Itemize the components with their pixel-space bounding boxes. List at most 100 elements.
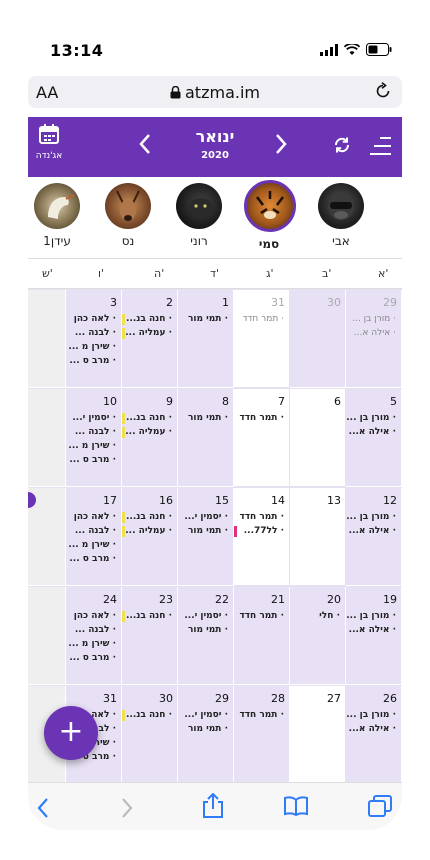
url-field[interactable]: atzma.im	[28, 83, 402, 102]
event-item[interactable]: · יסמין י...	[184, 512, 228, 522]
event-item[interactable]: · אילה א...	[349, 724, 396, 734]
event-color-bar	[122, 710, 125, 721]
calendar-day-cell[interactable]: 29 · יסמין י... · תמי מור	[178, 686, 234, 784]
calendar-day-cell[interactable]: 27	[290, 686, 346, 784]
forward-icon[interactable]	[120, 797, 134, 819]
event-item[interactable]: · עמליה ...	[125, 328, 172, 338]
calendar-day-cell[interactable]: 1 · תמי מור	[178, 290, 234, 388]
reload-icon[interactable]	[374, 82, 392, 100]
event-item[interactable]: · תמר חדד	[243, 314, 284, 324]
add-event-button[interactable]: +	[44, 706, 98, 760]
avatar-person[interactable]: אבי	[316, 183, 366, 248]
calendar-day-cell[interactable]: 21 · תמר חדד	[234, 587, 290, 685]
calendar-day-cell[interactable]: 17 · לאה כהן · לבנה ... · שירן מ ... · מרב ס…	[66, 488, 122, 586]
event-item[interactable]: · חנה בנ...	[126, 512, 172, 522]
avatar-person[interactable]: רוני	[174, 183, 224, 248]
event-item[interactable]: · חנה בנ...	[126, 314, 172, 324]
event-item[interactable]: · מורן בן ...	[346, 413, 396, 423]
event-item[interactable]: · חנה בנ...	[126, 710, 172, 720]
event-item[interactable]: · לבנה ...	[75, 526, 116, 536]
back-icon[interactable]	[36, 797, 50, 819]
calendar-day-cell[interactable]: 19 · מורן בן ... · אילה א...	[346, 587, 402, 685]
event-item[interactable]: · לבנה ...	[75, 625, 116, 635]
share-icon[interactable]	[202, 793, 224, 819]
sync-icon[interactable]	[332, 135, 352, 155]
calendar-day-cell[interactable]: 8 · תמי מור	[178, 389, 234, 487]
event-item[interactable]: · מורן בן ...	[346, 512, 396, 522]
bookmarks-icon[interactable]	[284, 796, 308, 816]
event-item[interactable]: · מורן בן ...	[346, 611, 396, 621]
calendar-day-cell[interactable]: 13	[290, 488, 346, 586]
event-item[interactable]: · תמי מור	[188, 724, 228, 734]
event-item[interactable]: · לל77...	[244, 526, 284, 536]
calendar-day-cell[interactable]: 3 · לאה כהן · לבנה ... · שירן מ ... · מרב ס …	[66, 290, 122, 388]
calendar-day-cell[interactable]: 23 · חנה בנ...	[122, 587, 178, 685]
event-item[interactable]: · מרב ס ...	[69, 554, 116, 564]
calendar-day-cell[interactable]	[28, 389, 66, 487]
event-item[interactable]: · יסמין י...	[184, 710, 228, 720]
event-item[interactable]: · תמי מור	[188, 625, 228, 635]
calendar-day-cell[interactable]: 15 · יסמין י... · תמי מור	[178, 488, 234, 586]
event-item[interactable]: · שירן מ ...	[68, 342, 116, 352]
event-item[interactable]: · תמי מור	[188, 526, 228, 536]
calendar-day-cell[interactable]: 7 · תמר חדד	[234, 389, 290, 487]
calendar-day-cell[interactable]: 30 · חנה בנ...	[122, 686, 178, 784]
event-item[interactable]: · שירן מ ...	[68, 540, 116, 550]
event-item[interactable]: · עמליה ...	[125, 526, 172, 536]
calendar-day-cell[interactable]: 14 · תמר חדד · לל77...	[234, 488, 290, 586]
event-item[interactable]: · אילה א...	[354, 328, 396, 338]
event-item[interactable]: · לאה כהן	[74, 611, 116, 621]
chevron-right-icon[interactable]	[274, 133, 288, 155]
calendar-day-cell[interactable]: 16 · חנה בנ... · עמליה ...	[122, 488, 178, 586]
event-item[interactable]: · אילה א...	[349, 625, 396, 635]
calendar-day-cell[interactable]: 9 · חנה בנ... · עמליה ...	[122, 389, 178, 487]
event-item[interactable]: · יסמין י...	[72, 413, 116, 423]
event-item[interactable]: · יסמין י...	[184, 611, 228, 621]
event-item[interactable]: · מרב ס ...	[69, 356, 116, 366]
avatar-image	[34, 183, 80, 229]
event-item[interactable]: · שירן מ ...	[68, 441, 116, 451]
calendar-day-cell[interactable]	[28, 587, 66, 685]
event-item[interactable]: · אילה א...	[349, 526, 396, 536]
event-item[interactable]: · מורן בן ...	[352, 314, 396, 324]
event-item[interactable]: · תמר חדד	[239, 413, 284, 423]
calendar-day-cell[interactable]: 24 · לאה כהן · לבנה ... · שירן מ ... · מרב ס…	[66, 587, 122, 685]
event-item[interactable]: · חלי	[319, 611, 340, 621]
event-item[interactable]: · תמר חדד	[239, 611, 284, 621]
event-item[interactable]: · תמר חדד	[239, 710, 284, 720]
calendar-day-cell[interactable]: 29 · מורן בן ... · אילה א...	[346, 290, 402, 388]
event-item[interactable]: · עמליה ...	[125, 427, 172, 437]
event-item[interactable]: · לאה כהן	[74, 512, 116, 522]
calendar-day-cell[interactable]: 30	[290, 290, 346, 388]
event-item[interactable]: · שירן מ ...	[68, 639, 116, 649]
event-item[interactable]: · אילה א...	[349, 427, 396, 437]
browser-url-bar[interactable]: AA atzma.im	[28, 76, 402, 108]
event-item[interactable]: · חנה בנ...	[126, 413, 172, 423]
event-item[interactable]: · לבנה ...	[75, 427, 116, 437]
event-item[interactable]: · תמר חדד	[239, 512, 284, 522]
avatar-person-selected[interactable]: סמי	[244, 180, 296, 251]
menu-icon[interactable]	[370, 136, 392, 156]
calendar-day-cell[interactable]: 26 · מורן בן ... · אילה א...	[346, 686, 402, 784]
event-item[interactable]: · לבנה ...	[75, 328, 116, 338]
calendar-day-cell[interactable]: 5 · מורן בן ... · אילה א...	[346, 389, 402, 487]
event-item[interactable]: · תמי מור	[188, 314, 228, 324]
event-item[interactable]: · לאה כהן	[74, 314, 116, 324]
event-item[interactable]: · מרב ס ...	[69, 653, 116, 663]
calendar-day-cell[interactable]: 20 · חלי	[290, 587, 346, 685]
calendar-day-cell[interactable]: 6	[290, 389, 346, 487]
tabs-icon[interactable]	[368, 795, 392, 817]
calendar-day-cell[interactable]: 22 · יסמין י... · תמי מור	[178, 587, 234, 685]
avatar-person[interactable]: עידן1	[32, 183, 82, 248]
calendar-day-cell[interactable]: 12 · מורן בן ... · אילה א...	[346, 488, 402, 586]
calendar-day-cell[interactable]: 31 · תמר חדד	[234, 290, 290, 388]
calendar-day-cell[interactable]	[28, 290, 66, 388]
event-item[interactable]: · מרב ס ...	[69, 455, 116, 465]
calendar-day-cell[interactable]: 10 · יסמין י... · לבנה ... · שירן מ ... · מר…	[66, 389, 122, 487]
event-item[interactable]: · חנה בנ...	[126, 611, 172, 621]
avatar-person[interactable]: נס	[103, 183, 153, 248]
calendar-day-cell[interactable]: 2 · חנה בנ... · עמליה ...	[122, 290, 178, 388]
event-item[interactable]: · תמי מור	[188, 413, 228, 423]
event-item[interactable]: · מורן בן ...	[346, 710, 396, 720]
calendar-day-cell[interactable]: 28 · תמר חדד	[234, 686, 290, 784]
